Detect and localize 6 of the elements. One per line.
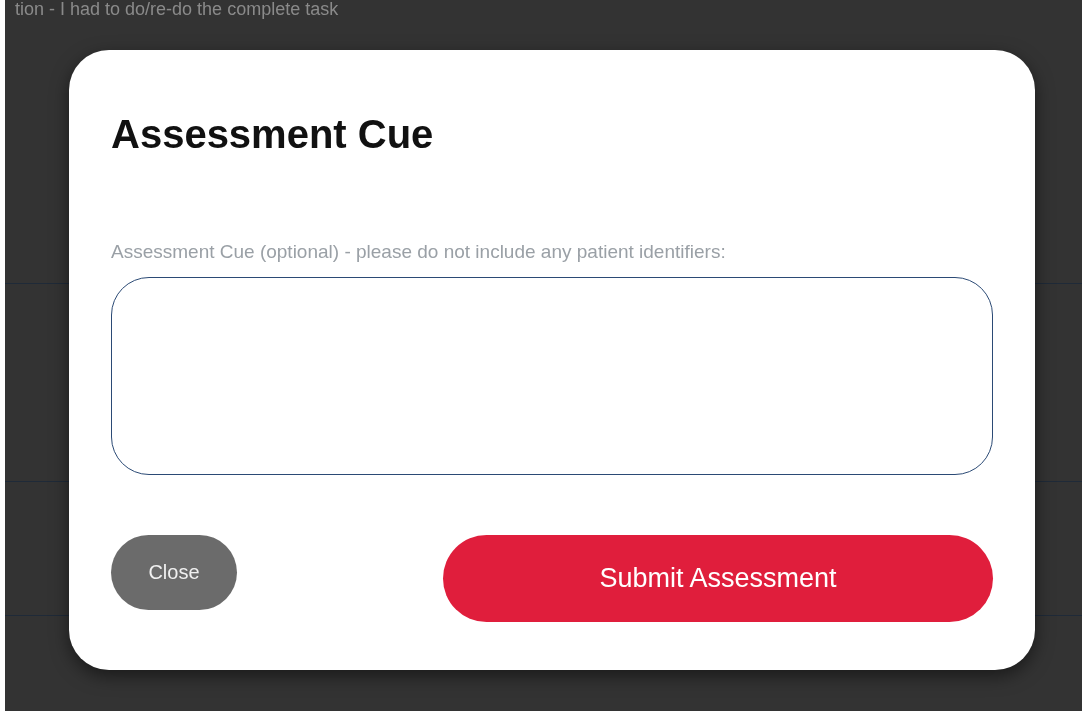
field-label: Assessment Cue (optional) - please do not include any patient identifiers:	[111, 240, 727, 264]
modal-title: Assessment Cue	[111, 112, 435, 156]
background-text: tion - I had to do/re-do the complete task	[14, 0, 340, 18]
text-area[interactable]	[111, 276, 993, 475]
submit-button[interactable]: Submit Assessment	[443, 534, 993, 622]
close-button[interactable]: Close	[111, 534, 237, 610]
